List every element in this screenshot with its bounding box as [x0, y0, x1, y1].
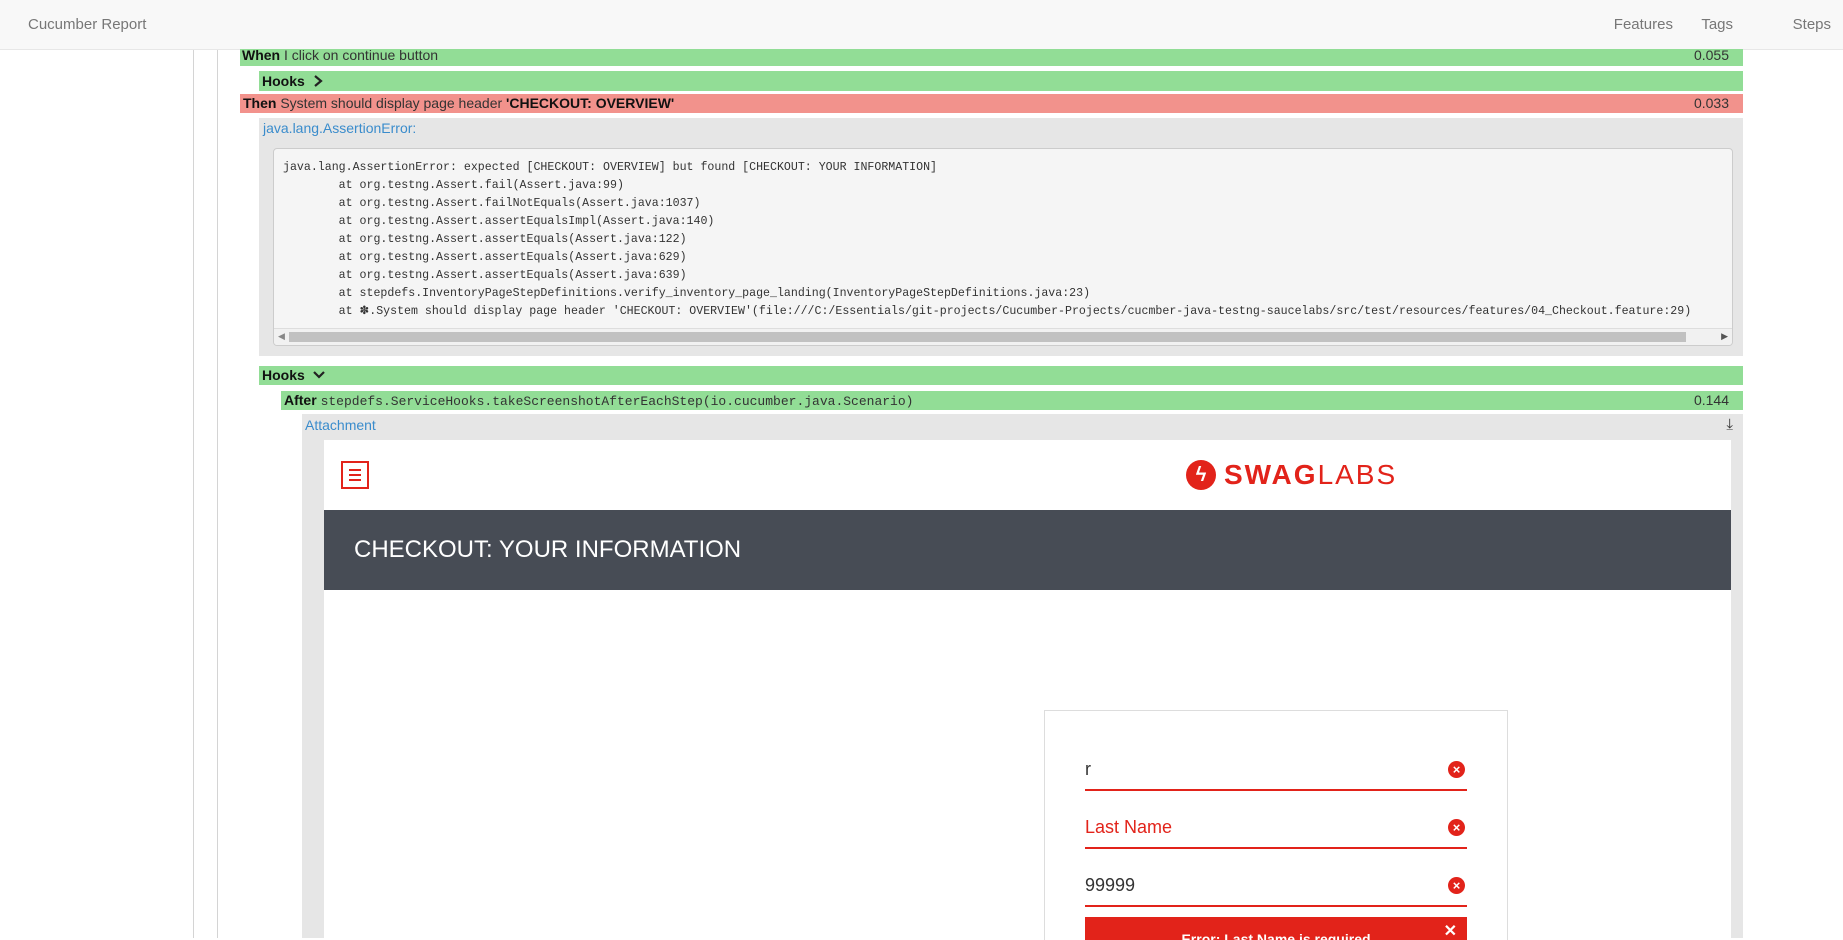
checkout-form: r × Last Name × 99999 × Error: Last Name…	[1044, 710, 1508, 940]
nav-steps[interactable]: Steps	[1793, 0, 1831, 33]
stacktrace-text: java.lang.AssertionError: expected [CHEC…	[283, 161, 1692, 318]
hook-text: stepdefs.ServiceHooks.takeScreenshotAfte…	[320, 394, 914, 409]
scroll-left-arrow-icon[interactable]: ◀	[278, 331, 285, 342]
hooks-label: Hooks	[262, 367, 305, 383]
field-value: 99999	[1085, 875, 1136, 895]
indent-guide	[217, 50, 218, 938]
step-when: When I click on continue button 0.055	[240, 47, 1743, 66]
stacktrace-box: java.lang.AssertionError: expected [CHEC…	[273, 148, 1733, 346]
logo-text-bold: SWAG	[1224, 459, 1318, 490]
step-duration: 0.033	[1693, 95, 1729, 111]
indent-guide	[193, 50, 194, 938]
step-keyword: Then	[243, 95, 277, 111]
step-argument: 'CHECKOUT: OVERVIEW'	[506, 95, 675, 111]
close-icon: ✕	[1443, 923, 1457, 940]
last-name-field: Last Name ×	[1085, 809, 1467, 849]
horizontal-scrollbar[interactable]: ◀ ▶	[274, 328, 1732, 345]
error-circle-icon: ×	[1448, 877, 1465, 894]
top-navbar: Cucumber Report Features Tags Steps	[0, 0, 1843, 50]
chevron-right-icon	[313, 75, 323, 87]
step-text: System should display page header	[280, 95, 503, 111]
download-icon[interactable]: ⤓	[1726, 416, 1733, 433]
logo-bolt-icon: ϟ	[1186, 460, 1216, 490]
field-placeholder: Last Name	[1085, 817, 1173, 837]
step-duration: 0.055	[1693, 47, 1729, 63]
chevron-down-icon	[312, 371, 325, 379]
error-message-text: Error: Last Name is required	[1181, 931, 1371, 940]
scrollbar-thumb[interactable]	[289, 332, 1686, 342]
hook-duration: 0.144	[1693, 392, 1729, 408]
hook-keyword: After	[284, 392, 317, 408]
swag-labs-logo: ϟ SWAGLABS	[1186, 459, 1397, 491]
attachment-panel: Attachment ⤓ ϟ SWAGLABS CHECKOUT: YOUR I…	[302, 414, 1743, 940]
hooks-label: Hooks	[262, 73, 305, 89]
step-then-failed: Then System should display page header '…	[240, 94, 1743, 113]
checkout-header-title: CHECKOUT: YOUR INFORMATION	[354, 536, 742, 563]
error-toggle-link[interactable]: java.lang.AssertionError:	[263, 120, 416, 136]
nav-tags[interactable]: Tags	[1701, 0, 1733, 33]
error-circle-icon: ×	[1448, 761, 1465, 778]
error-circle-icon: ×	[1448, 819, 1465, 836]
step-text: I click on continue button	[284, 47, 439, 63]
attachment-link[interactable]: Attachment	[305, 417, 376, 433]
nav-features[interactable]: Features	[1614, 0, 1673, 33]
postal-code-field: 99999 ×	[1085, 867, 1467, 907]
checkout-header-band: CHECKOUT: YOUR INFORMATION	[324, 510, 1731, 590]
first-name-field: r ×	[1085, 751, 1467, 791]
field-value: r	[1085, 759, 1091, 779]
menu-icon	[341, 461, 369, 489]
error-message-bar: Error: Last Name is required ✕	[1085, 917, 1467, 940]
step-keyword: When	[242, 47, 281, 63]
attachment-screenshot: ϟ SWAGLABS CHECKOUT: YOUR INFORMATION r …	[324, 440, 1731, 940]
scroll-right-arrow-icon[interactable]: ▶	[1721, 331, 1728, 342]
logo-text-light: LABS	[1317, 459, 1398, 490]
error-panel: java.lang.AssertionError: java.lang.Asse…	[259, 118, 1743, 356]
hooks-toggle-collapsed[interactable]: Hooks	[259, 71, 1743, 91]
hooks-toggle-expanded[interactable]: Hooks	[259, 366, 1743, 385]
navbar-brand[interactable]: Cucumber Report	[28, 16, 146, 33]
hook-after: After stepdefs.ServiceHooks.takeScreensh…	[281, 391, 1743, 410]
